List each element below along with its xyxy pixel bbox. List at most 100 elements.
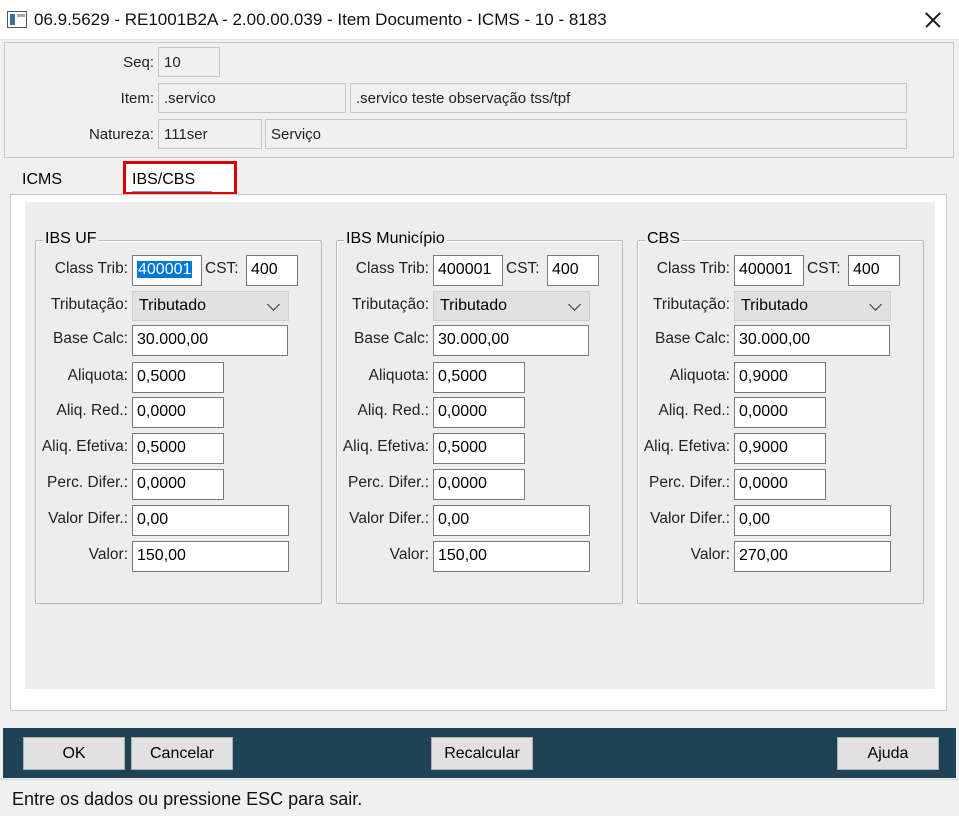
class-trib-label: Class Trib:	[656, 260, 730, 277]
tributacao-label: Tributação:	[51, 296, 128, 313]
valor-difer-value: 0,00	[137, 511, 169, 528]
tributacao-value: Tributado	[440, 297, 507, 314]
seq-field: 10	[158, 47, 220, 77]
class-trib-input[interactable]: 400001	[132, 255, 202, 286]
perc-difer-input[interactable]: 0,0000	[433, 469, 525, 500]
app-window-icon	[7, 11, 27, 28]
valor-label: Valor:	[690, 546, 730, 563]
aliq-red-value: 0,0000	[739, 403, 788, 420]
aliq-red-label: Aliq. Red.:	[357, 402, 429, 419]
aliq-efetiva-input[interactable]: 0,9000	[734, 433, 826, 464]
valor-difer-input[interactable]: 0,00	[433, 505, 590, 536]
aliq-efetiva-label: Aliq. Efetiva:	[342, 438, 429, 455]
aliq-red-value: 0,0000	[137, 403, 186, 420]
aliq-efetiva-value: 0,5000	[438, 439, 487, 456]
valor-input[interactable]: 270,00	[734, 541, 891, 572]
help-button[interactable]: Ajuda	[837, 737, 939, 770]
aliq-efetiva-label: Aliq. Efetiva:	[41, 438, 128, 455]
class-trib-input[interactable]: 400001	[433, 255, 503, 286]
base-calc-label: Base Calc:	[53, 330, 128, 347]
aliq-red-input[interactable]: 0,0000	[734, 397, 826, 428]
perc-difer-value: 0,0000	[739, 475, 788, 492]
base-calc-input[interactable]: 30.000,00	[132, 325, 288, 356]
aliq-red-input[interactable]: 0,0000	[132, 397, 224, 428]
cancel-button[interactable]: Cancelar	[131, 737, 233, 770]
valor-input[interactable]: 150,00	[132, 541, 289, 572]
chevron-down-icon	[869, 298, 882, 311]
seq-label: Seq:	[123, 54, 154, 71]
status-message: Entre os dados ou pressione ESC para sai…	[12, 789, 363, 809]
tributacao-select[interactable]: Tributado	[132, 291, 289, 321]
class-trib-input[interactable]: 400001	[734, 255, 804, 286]
aliquota-input[interactable]: 0,5000	[433, 362, 525, 393]
perc-difer-input[interactable]: 0,0000	[734, 469, 826, 500]
aliq-efetiva-input[interactable]: 0,5000	[433, 433, 525, 464]
base-calc-value: 30.000,00	[137, 331, 209, 348]
base-calc-value: 30.000,00	[739, 331, 811, 348]
window-title: 06.9.5629 - RE1001B2A - 2.00.00.039 - It…	[34, 10, 607, 29]
item-label: Item:	[120, 90, 154, 107]
base-calc-input[interactable]: 30.000,00	[433, 325, 589, 356]
group-title-cbs: CBS	[645, 230, 682, 248]
title-bar: 06.9.5629 - RE1001B2A - 2.00.00.039 - It…	[0, 0, 959, 40]
valor-difer-value: 0,00	[438, 511, 470, 528]
natureza-label: Natureza:	[88, 126, 154, 143]
aliquota-input[interactable]: 0,9000	[734, 362, 826, 393]
cst-input[interactable]: 400	[848, 255, 900, 286]
tributacao-label: Tributação:	[352, 296, 429, 313]
aliquota-value: 0,5000	[438, 368, 487, 385]
group-title-ibs-uf: IBS UF	[43, 230, 99, 248]
aliq-red-label: Aliq. Red.:	[658, 402, 730, 419]
aliquota-label: Aliquota:	[669, 367, 730, 384]
chevron-down-icon	[568, 298, 581, 311]
cst-input[interactable]: 400	[246, 255, 298, 286]
base-calc-label: Base Calc:	[655, 330, 730, 347]
item-code-field: .servico	[158, 83, 346, 113]
valor-value: 150,00	[438, 547, 487, 564]
natureza-description-field: Serviço	[265, 119, 907, 149]
class-trib-value: 400001	[438, 261, 492, 278]
status-bar: Entre os dados ou pressione ESC para sai…	[0, 779, 959, 816]
tab-ibs-cbs[interactable]: IBS/CBS	[123, 161, 237, 195]
perc-difer-value: 0,0000	[438, 475, 487, 492]
tributacao-select[interactable]: Tributado	[433, 291, 590, 321]
item-description-field: .servico teste observação tss/tpf	[350, 83, 907, 113]
class-trib-value: 400001	[137, 261, 193, 278]
class-trib-value: 400001	[739, 261, 793, 278]
valor-input[interactable]: 150,00	[433, 541, 590, 572]
class-trib-label: Class Trib:	[54, 260, 128, 277]
aliq-red-input[interactable]: 0,0000	[433, 397, 525, 428]
aliq-efetiva-value: 0,9000	[739, 439, 788, 456]
aliq-efetiva-label: Aliq. Efetiva:	[643, 438, 730, 455]
cst-label: CST:	[205, 260, 239, 277]
valor-label: Valor:	[389, 546, 429, 563]
valor-difer-input[interactable]: 0,00	[734, 505, 891, 536]
tributacao-select[interactable]: Tributado	[734, 291, 891, 321]
group-title-ibs-municipio: IBS Município	[344, 230, 447, 248]
aliquota-input[interactable]: 0,5000	[132, 362, 224, 393]
aliq-efetiva-value: 0,5000	[137, 439, 186, 456]
close-icon[interactable]	[908, 4, 954, 36]
aliq-efetiva-input[interactable]: 0,5000	[132, 433, 224, 464]
ok-button[interactable]: OK	[23, 737, 125, 770]
tributacao-value: Tributado	[741, 297, 808, 314]
tributacao-label: Tributação:	[653, 296, 730, 313]
base-calc-label: Base Calc:	[354, 330, 429, 347]
perc-difer-value: 0,0000	[137, 475, 186, 492]
aliquota-value: 0,9000	[739, 368, 788, 385]
valor-label: Valor:	[88, 546, 128, 563]
base-calc-input[interactable]: 30.000,00	[734, 325, 890, 356]
valor-value: 270,00	[739, 547, 788, 564]
valor-difer-value: 0,00	[739, 511, 771, 528]
perc-difer-input[interactable]: 0,0000	[132, 469, 224, 500]
recalculate-button[interactable]: Recalcular	[431, 737, 533, 770]
tab-ibs-cbs-label: IBS/CBS	[132, 171, 196, 188]
perc-difer-label: Perc. Difer.:	[47, 474, 128, 491]
class-trib-label: Class Trib:	[355, 260, 429, 277]
tab-icms[interactable]: ICMS	[22, 171, 62, 189]
cst-value: 400	[251, 261, 278, 278]
valor-difer-label: Valor Difer.:	[650, 510, 730, 527]
valor-difer-input[interactable]: 0,00	[132, 505, 289, 536]
cst-input[interactable]: 400	[547, 255, 599, 286]
aliquota-value: 0,5000	[137, 368, 186, 385]
